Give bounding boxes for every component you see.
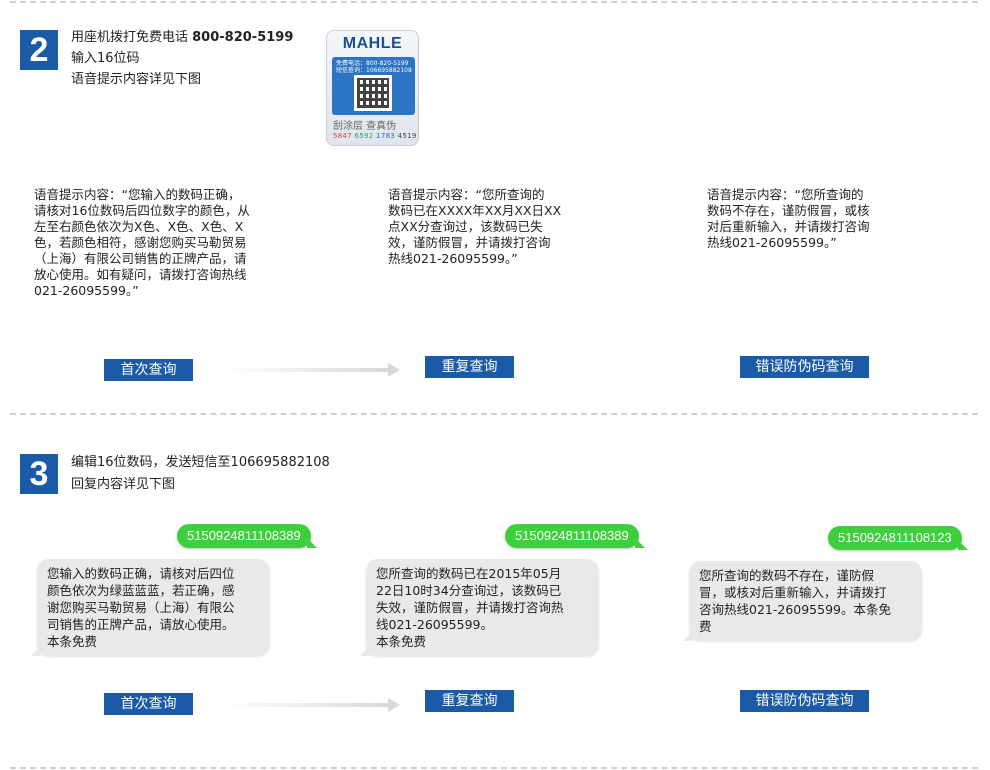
repeat-query-button[interactable]: 重复查询 bbox=[425, 356, 514, 378]
arrow-right-icon bbox=[222, 698, 400, 712]
step-3-badge: 3 bbox=[20, 454, 58, 494]
voice-line: 热线021-26095599。” bbox=[707, 235, 837, 250]
step-2-call-text: 用座机拨打免费电话 bbox=[71, 30, 193, 45]
voice-line: 请核对16位数码后四位数字的颜色，从 bbox=[34, 203, 250, 218]
label-code-part: 4519 bbox=[397, 132, 417, 140]
reply-bubble-first: 您输入的数码正确，请核对后四位 颜色依次为绿蓝蓝蓝，若正确，感 谢您购买马勒贸易… bbox=[31, 559, 270, 656]
sms-bubble-error: 5150924811108123 bbox=[828, 526, 968, 550]
hotline-number: 800-820-5199 bbox=[192, 30, 294, 45]
first-query-button[interactable]: 首次查询 bbox=[104, 693, 193, 715]
label-blue-panel: 免费电话：800-820-5199 短信查询：106695882108 bbox=[332, 57, 415, 115]
voice-line: 效，谨防假冒，并请拨打咨询 bbox=[388, 235, 551, 250]
step-2-instruction-call: 用座机拨打免费电话 800-820-5199 bbox=[71, 27, 293, 49]
reply-line: 冒，或核对后重新输入，并请拨打 bbox=[699, 585, 887, 600]
voice-line: 热线021-26095599。” bbox=[388, 251, 518, 266]
voice-line: 语音提示内容：“您输入的数码正确， bbox=[34, 187, 241, 202]
voice-line: 点XX分查询过，该数码已失 bbox=[388, 219, 543, 234]
sms-bubble-first: 5150924811108389 bbox=[177, 524, 317, 548]
step-3-instruction-reply: 回复内容详见下图 bbox=[71, 477, 176, 492]
reply-line: 颜色依次为绿蓝蓝蓝，若正确，感 bbox=[47, 583, 235, 598]
voice-line: 对后重新输入，并请拨打咨询 bbox=[707, 219, 870, 234]
voice-line: 数码不存在，谨防假冒，或核 bbox=[707, 203, 870, 218]
voice-line: 数码已在XXXX年XX月XX日XX bbox=[388, 203, 562, 218]
reply-line: 费 bbox=[699, 619, 712, 634]
label-sms-text: 短信查询：106695882108 bbox=[336, 67, 412, 74]
voice-line: 放心使用。如有疑问，请拨打咨询热线 bbox=[34, 267, 247, 282]
label-scratch-text: 刮涂层 查真伪 bbox=[333, 121, 397, 132]
sms-bubble-repeat: 5150924811108389 bbox=[505, 524, 645, 548]
label-code-part: 5847 bbox=[333, 132, 353, 140]
first-query-button[interactable]: 首次查询 bbox=[104, 359, 193, 381]
label-code-part: 6592 bbox=[354, 132, 374, 140]
reply-line: 司销售的正牌产品，请放心使用。 bbox=[47, 617, 235, 632]
voice-line: 色，若颜色相符，感谢您购买马勒贸易 bbox=[34, 235, 247, 250]
reply-bubble-error: 您所查询的数码不存在，谨防假 冒，或核对后重新输入，并请拨打 咨询热线021-2… bbox=[683, 561, 922, 641]
voice-prompt-first: 语音提示内容：“您输入的数码正确， 请核对16位数码后四位数字的颜色，从 左至右… bbox=[34, 187, 250, 299]
invalid-code-query-button[interactable]: 错误防伪码查询 bbox=[740, 690, 869, 712]
repeat-query-button[interactable]: 重复查询 bbox=[425, 690, 514, 712]
divider-middle bbox=[10, 413, 978, 415]
step-2-instruction-voice: 语音提示内容详见下图 bbox=[71, 72, 202, 87]
reply-bubble-repeat: 您所查询的数码已在2015年05月 22日10时34分查询过，该数码已 失效，谨… bbox=[360, 559, 599, 656]
voice-line: 语音提示内容：“您所查询的 bbox=[707, 187, 864, 202]
reply-line: 本条免费 bbox=[376, 634, 427, 649]
step-2-instruction-input: 输入16位码 bbox=[71, 51, 140, 66]
arrow-right-icon bbox=[222, 363, 400, 377]
label-serial-code: 5847 6592 1783 4519 bbox=[333, 132, 417, 140]
voice-prompt-repeat: 语音提示内容：“您所查询的 数码已在XXXX年XX月XX日XX 点XX分查询过，… bbox=[388, 187, 561, 267]
mahle-logo: MAHLE bbox=[342, 35, 403, 52]
label-code-part: 1783 bbox=[376, 132, 396, 140]
anti-counterfeit-label: MAHLE 免费电话：800-820-5199 短信查询：10669588210… bbox=[326, 30, 419, 146]
reply-line: 失效，谨防假冒，并请拨打咨询热 bbox=[376, 600, 564, 615]
reply-line: 本条免费 bbox=[47, 634, 98, 649]
divider-bottom bbox=[10, 767, 978, 769]
voice-line: 语音提示内容：“您所查询的 bbox=[388, 187, 545, 202]
voice-line: 左至右颜色依次为X色、X色、X色、X bbox=[34, 219, 244, 234]
reply-line: 谢您购买马勒贸易（上海）有限公 bbox=[47, 600, 235, 615]
voice-line: 021-26095599。” bbox=[34, 283, 139, 298]
divider-top bbox=[10, 1, 978, 3]
reply-line: 线021-26095599。 bbox=[376, 617, 493, 632]
reply-line: 咨询热线021-26095599。本条免 bbox=[699, 602, 891, 617]
reply-line: 22日10时34分查询过，该数码已 bbox=[376, 583, 562, 598]
reply-line: 您输入的数码正确，请核对后四位 bbox=[47, 566, 235, 581]
voice-line: （上海）有限公司销售的正牌产品，请 bbox=[34, 251, 247, 266]
qr-code-icon bbox=[354, 75, 392, 111]
reply-line: 您所查询的数码不存在，谨防假 bbox=[699, 568, 875, 583]
step-3-instruction-sms: 编辑16位数码，发送短信至106695882108 bbox=[71, 455, 330, 470]
reply-line: 您所查询的数码已在2015年05月 bbox=[376, 566, 562, 581]
label-phone-text: 免费电话：800-820-5199 bbox=[336, 60, 409, 67]
voice-prompt-error: 语音提示内容：“您所查询的 数码不存在，谨防假冒，或核 对后重新输入，并请拨打咨… bbox=[707, 187, 870, 251]
step-2-badge: 2 bbox=[20, 30, 58, 70]
invalid-code-query-button[interactable]: 错误防伪码查询 bbox=[740, 356, 869, 378]
